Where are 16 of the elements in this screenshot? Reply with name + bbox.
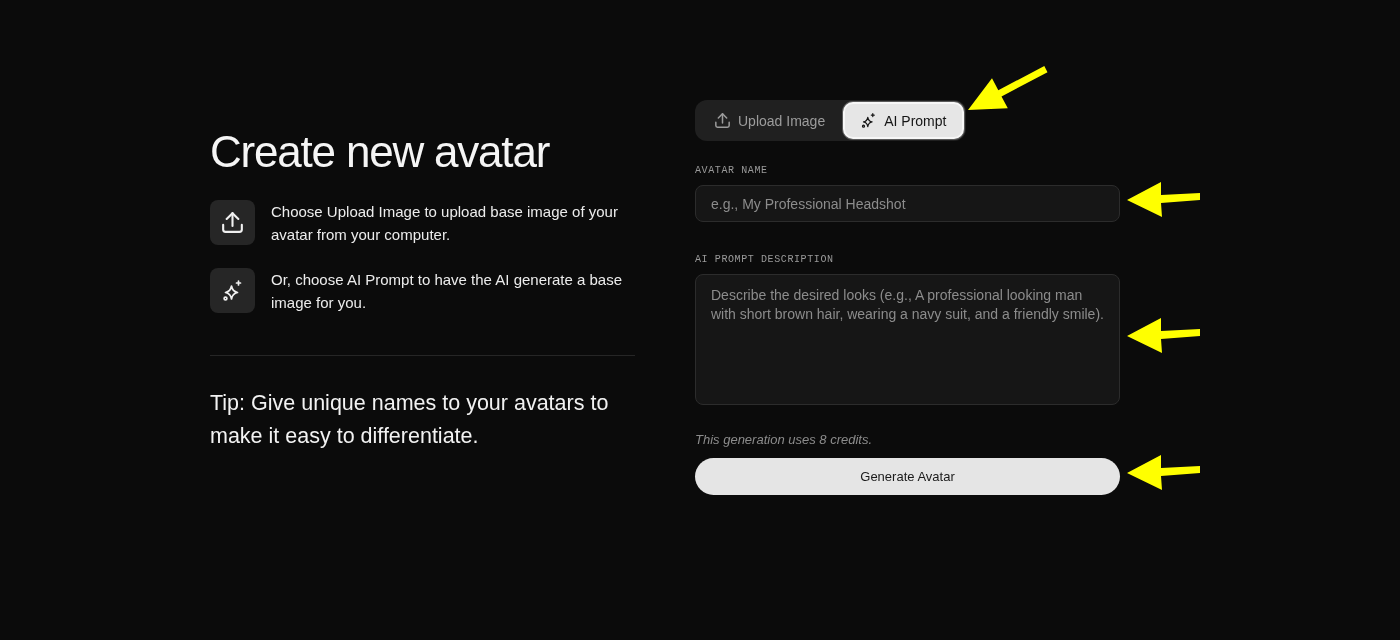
upload-icon bbox=[715, 113, 730, 128]
field-label: AI PROMPT DESCRIPTION bbox=[695, 254, 834, 266]
tab[interactable]: Upload Image bbox=[697, 102, 844, 139]
field-label: AVATAR NAME bbox=[695, 165, 768, 177]
prompt-field[interactable]: Describe the desired looks (e.g., A professional looking man with short brown hair, wearing a navy suit, and a friendly smile). bbox=[695, 274, 1120, 405]
page-title: Create new avatar bbox=[210, 126, 550, 178]
feature-description: Choose Upload Image to upload base image of your avatar from your computer. bbox=[271, 202, 619, 245]
feature-description: Or, choose AI Prompt to have the AI generate a base image for you. bbox=[271, 270, 624, 313]
generate-button[interactable]: Generate Avatar bbox=[695, 458, 1120, 495]
input-field[interactable]: e.g., My Professional Headshot bbox=[695, 185, 1120, 222]
sparkle-icon bbox=[210, 268, 255, 313]
tip-text: Tip: Give unique names to your avatars to make it easy to differentiate. bbox=[210, 390, 610, 450]
credits-note: This generation uses 8 credits. bbox=[695, 432, 873, 448]
upload-icon bbox=[210, 200, 255, 245]
sparkle-icon bbox=[861, 113, 877, 128]
tab[interactable]: AI Prompt bbox=[843, 102, 965, 139]
